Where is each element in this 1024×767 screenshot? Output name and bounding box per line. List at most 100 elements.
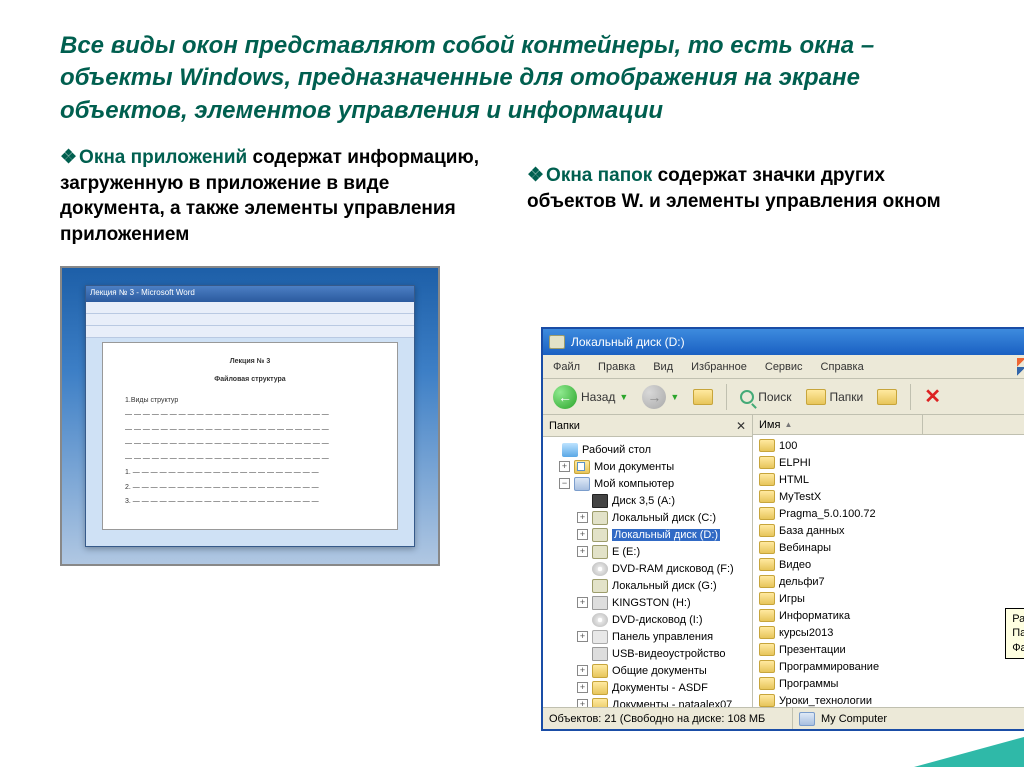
tree-node-docs-asdf[interactable]: +Документы - ASDF	[545, 679, 750, 696]
tree-node-mycomp[interactable]: −Мой компьютер	[545, 475, 750, 492]
expand-icon[interactable]: +	[577, 682, 588, 693]
tree-node-c[interactable]: +Локальный диск (C:)	[545, 509, 750, 526]
expand-icon[interactable]: +	[577, 512, 588, 523]
menu-tools[interactable]: Сервис	[765, 361, 803, 373]
list-item[interactable]: Pragma_5.0.100.72	[753, 505, 1024, 522]
tree-node-shared[interactable]: +Общие документы	[545, 662, 750, 679]
doc-body-line: — — — — — — — — — — — — — — — — — — — — …	[125, 410, 375, 421]
list-item[interactable]: 100	[753, 437, 1024, 454]
doc-body-line: 1. — — — — — — — — — — — — — — — — — — —…	[125, 468, 375, 479]
bullet-icon: ❖	[60, 147, 77, 168]
search-button[interactable]: Поиск	[736, 388, 795, 406]
status-bar: Объектов: 21 (Свободно на диске: 108 МБ …	[543, 707, 1024, 729]
left-heading: Окна приложений	[79, 147, 247, 168]
tree-node-cpanel[interactable]: +Панель управления	[545, 628, 750, 645]
list-item[interactable]: Программирование	[753, 658, 1024, 675]
list-item[interactable]: курсы2013	[753, 624, 1024, 641]
word-window: Лекция № 3 - Microsoft Word Лекция № 3 Ф…	[85, 285, 415, 547]
cd-icon	[592, 562, 608, 576]
list-item[interactable]: дельфи7	[753, 573, 1024, 590]
up-button[interactable]	[689, 387, 717, 407]
doc-heading-2: Файловая структура	[125, 375, 375, 386]
doc-heading-1: Лекция № 3	[125, 357, 375, 368]
menu-help[interactable]: Справка	[821, 361, 864, 373]
doc-body-line: 2. — — — — — — — — — — — — — — — — — — —…	[125, 483, 375, 494]
tree-header-label: Папки	[549, 420, 580, 432]
column-name[interactable]: Имя▲	[753, 415, 923, 434]
list-item[interactable]: База данных	[753, 522, 1024, 539]
expand-icon[interactable]: +	[577, 597, 588, 608]
toolbar-separator	[910, 384, 911, 410]
list-item[interactable]: Презентации	[753, 641, 1024, 658]
list-item[interactable]: ELPHI	[753, 454, 1024, 471]
folder-icon	[759, 541, 775, 554]
tree-node-dvdram[interactable]: DVD-RAM дисковод (F:)	[545, 560, 750, 577]
delete-button[interactable]: ✕	[920, 382, 945, 411]
folder-icon	[759, 694, 775, 707]
list-item[interactable]: HTML	[753, 471, 1024, 488]
tree-node-docs-nat[interactable]: +Документы - nataalex07	[545, 696, 750, 707]
list-item[interactable]: Программы	[753, 675, 1024, 692]
word-menu-bar	[86, 302, 414, 314]
folder-up-icon	[693, 389, 713, 405]
expand-icon[interactable]: +	[559, 461, 570, 472]
folder-icon	[759, 507, 775, 520]
disk-icon	[592, 545, 608, 559]
word-toolbar-2	[86, 326, 414, 338]
explorer-title-text: Локальный диск (D:)	[571, 335, 685, 349]
folder-icon	[759, 490, 775, 503]
menu-file[interactable]: Файл	[553, 361, 580, 373]
doc-body-line: 3. — — — — — — — — — — — — — — — — — — —…	[125, 497, 375, 508]
list-item[interactable]: Вебинары	[753, 539, 1024, 556]
word-title-bar: Лекция № 3 - Microsoft Word	[86, 286, 414, 302]
menu-favorites[interactable]: Избранное	[691, 361, 747, 373]
folder-icon	[759, 643, 775, 656]
tree-node-floppy[interactable]: Диск 3,5 (A:)	[545, 492, 750, 509]
bullet-icon: ❖	[527, 165, 544, 186]
sync-button[interactable]	[873, 387, 901, 407]
tree-node-usb[interactable]: USB-видеоустройство	[545, 645, 750, 662]
folder-tree[interactable]: Рабочий стол +Мои документы −Мой компьют…	[543, 437, 752, 707]
forward-button[interactable]: → ▼	[638, 383, 683, 411]
folder-icon	[592, 664, 608, 678]
collapse-icon[interactable]: −	[559, 478, 570, 489]
expand-icon[interactable]: +	[577, 631, 588, 642]
tree-node-dvd[interactable]: DVD-дисковод (I:)	[545, 611, 750, 628]
expand-icon[interactable]: +	[577, 529, 588, 540]
forward-arrow-icon: →	[642, 385, 666, 409]
expand-icon[interactable]: +	[577, 699, 588, 707]
file-list[interactable]: 100ELPHIHTMLMyTestXPragma_5.0.100.72База…	[753, 435, 1024, 707]
disk-icon	[592, 511, 608, 525]
computer-icon	[574, 477, 590, 491]
tree-node-mydocs[interactable]: +Мои документы	[545, 458, 750, 475]
explorer-title-bar[interactable]: Локальный диск (D:)	[543, 329, 1024, 355]
tree-node-desktop[interactable]: Рабочий стол	[545, 441, 750, 458]
folders-button[interactable]: Папки	[802, 387, 868, 407]
left-column: ❖Окна приложений содержат информацию, за…	[60, 145, 497, 566]
folder-icon	[759, 626, 775, 639]
list-item[interactable]: Видео	[753, 556, 1024, 573]
list-item[interactable]: MyTestX	[753, 488, 1024, 505]
menu-edit[interactable]: Правка	[598, 361, 635, 373]
folders-label: Папки	[830, 390, 864, 404]
expand-icon[interactable]: +	[577, 665, 588, 676]
tree-node-kingston[interactable]: +KINGSTON (H:)	[545, 594, 750, 611]
expand-icon[interactable]: +	[577, 546, 588, 557]
explorer-body: Папки ✕ Рабочий стол +Мои документы −Мой…	[543, 415, 1024, 707]
list-item[interactable]: Информатика	[753, 607, 1024, 624]
tree-node-d[interactable]: +Локальный диск (D:)	[545, 526, 750, 543]
back-button[interactable]: ← Назад ▼	[549, 383, 632, 411]
list-item[interactable]: Игры	[753, 590, 1024, 607]
doc-body-line: — — — — — — — — — — — — — — — — — — — — …	[125, 454, 375, 465]
tree-node-g[interactable]: Локальный диск (G:)	[545, 577, 750, 594]
folder-icon	[759, 473, 775, 486]
menu-view[interactable]: Вид	[653, 361, 673, 373]
list-item[interactable]: Уроки_технологии	[753, 692, 1024, 707]
dvd-icon	[592, 613, 608, 627]
file-list-pane: Имя▲ 100ELPHIHTMLMyTestXPragma_5.0.100.7…	[753, 415, 1024, 707]
close-tree-button[interactable]: ✕	[736, 419, 746, 433]
slide-title: Все виды окон представляют собой контейн…	[0, 0, 1024, 145]
folder-icon	[759, 592, 775, 605]
explorer-menu-bar: Файл Правка Вид Избранное Сервис Справка	[543, 355, 1024, 379]
tree-node-e[interactable]: +E (E:)	[545, 543, 750, 560]
